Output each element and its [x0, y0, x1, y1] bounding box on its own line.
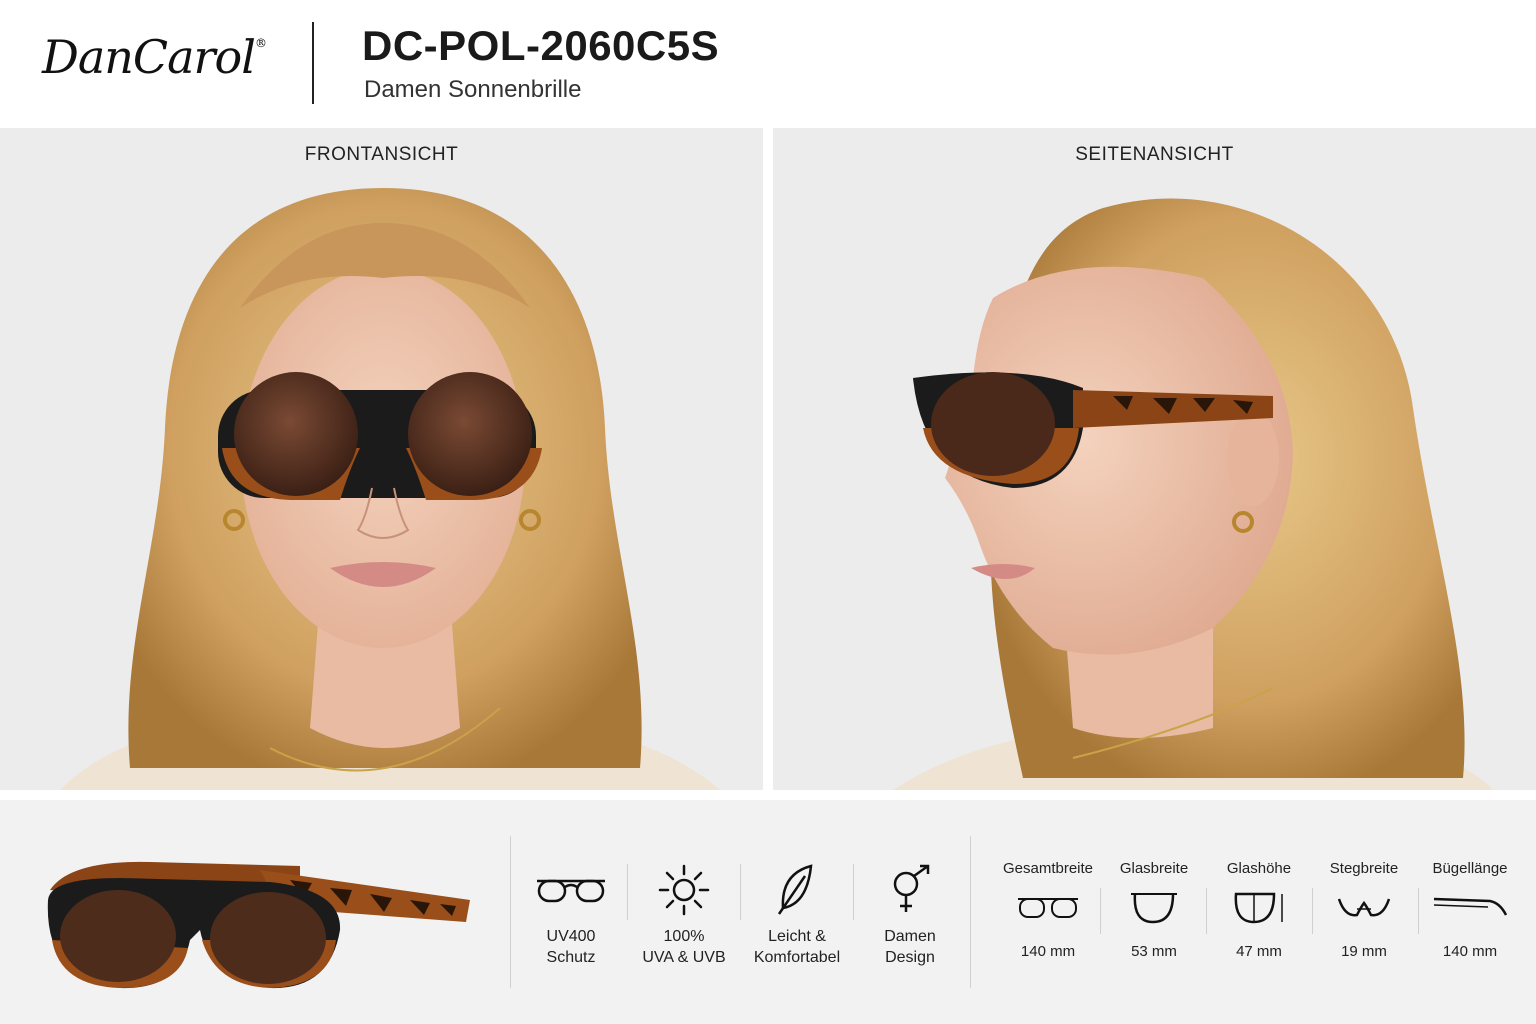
- dim-lens-height: Glashöhe 47 mm: [1204, 860, 1314, 960]
- front-view-panel: FRONTANSICHT: [0, 128, 763, 790]
- divider: [740, 864, 741, 920]
- sun-icon: [629, 860, 739, 920]
- header: DanCarol® DC-POL-2060C5S Damen Sonnenbri…: [0, 0, 1536, 128]
- brand-logo: DanCarol®: [42, 30, 267, 84]
- bridge-width-icon: [1309, 883, 1419, 933]
- lens-width-icon: [1099, 883, 1209, 933]
- divider: [853, 864, 854, 920]
- header-divider: [312, 22, 314, 104]
- overall-width-icon: [993, 883, 1103, 933]
- feather-icon: [742, 860, 852, 920]
- product-info-strip: UV400 Schutz 100% UVA & UVB Leicht & Komfor…: [0, 800, 1536, 1024]
- temple-length-icon: [1415, 883, 1525, 933]
- lens-height-icon: [1204, 883, 1314, 933]
- feature-lightweight: Leicht & Komfortabel: [742, 860, 852, 968]
- divider: [970, 836, 971, 988]
- feature-women-design: Damen Design: [855, 860, 965, 968]
- glasses-icon: [516, 860, 626, 920]
- front-view-photo: [60, 188, 720, 790]
- dim-temple-length: Bügellänge 140 mm: [1415, 860, 1525, 960]
- divider: [627, 864, 628, 920]
- dim-overall-width: Gesamtbreite 140 mm: [993, 860, 1103, 960]
- side-view-panel: SEITENANSICHT: [773, 128, 1536, 790]
- side-view-label: SEITENANSICHT: [1075, 144, 1234, 165]
- dim-bridge-width: Stegbreite 19 mm: [1309, 860, 1419, 960]
- sunglasses-product-image: [47, 861, 470, 989]
- feature-uva-uvb: 100% UVA & UVB: [629, 860, 739, 968]
- product-subtitle: Damen Sonnenbrille: [364, 76, 582, 103]
- feature-uv400: UV400 Schutz: [516, 860, 626, 968]
- divider: [510, 836, 511, 988]
- side-view-photo: [893, 198, 1493, 790]
- model-number: DC-POL-2060C5S: [362, 22, 720, 69]
- front-view-label: FRONTANSICHT: [304, 144, 459, 165]
- dim-lens-width: Glasbreite 53 mm: [1099, 860, 1209, 960]
- female-male-icon: [855, 860, 965, 920]
